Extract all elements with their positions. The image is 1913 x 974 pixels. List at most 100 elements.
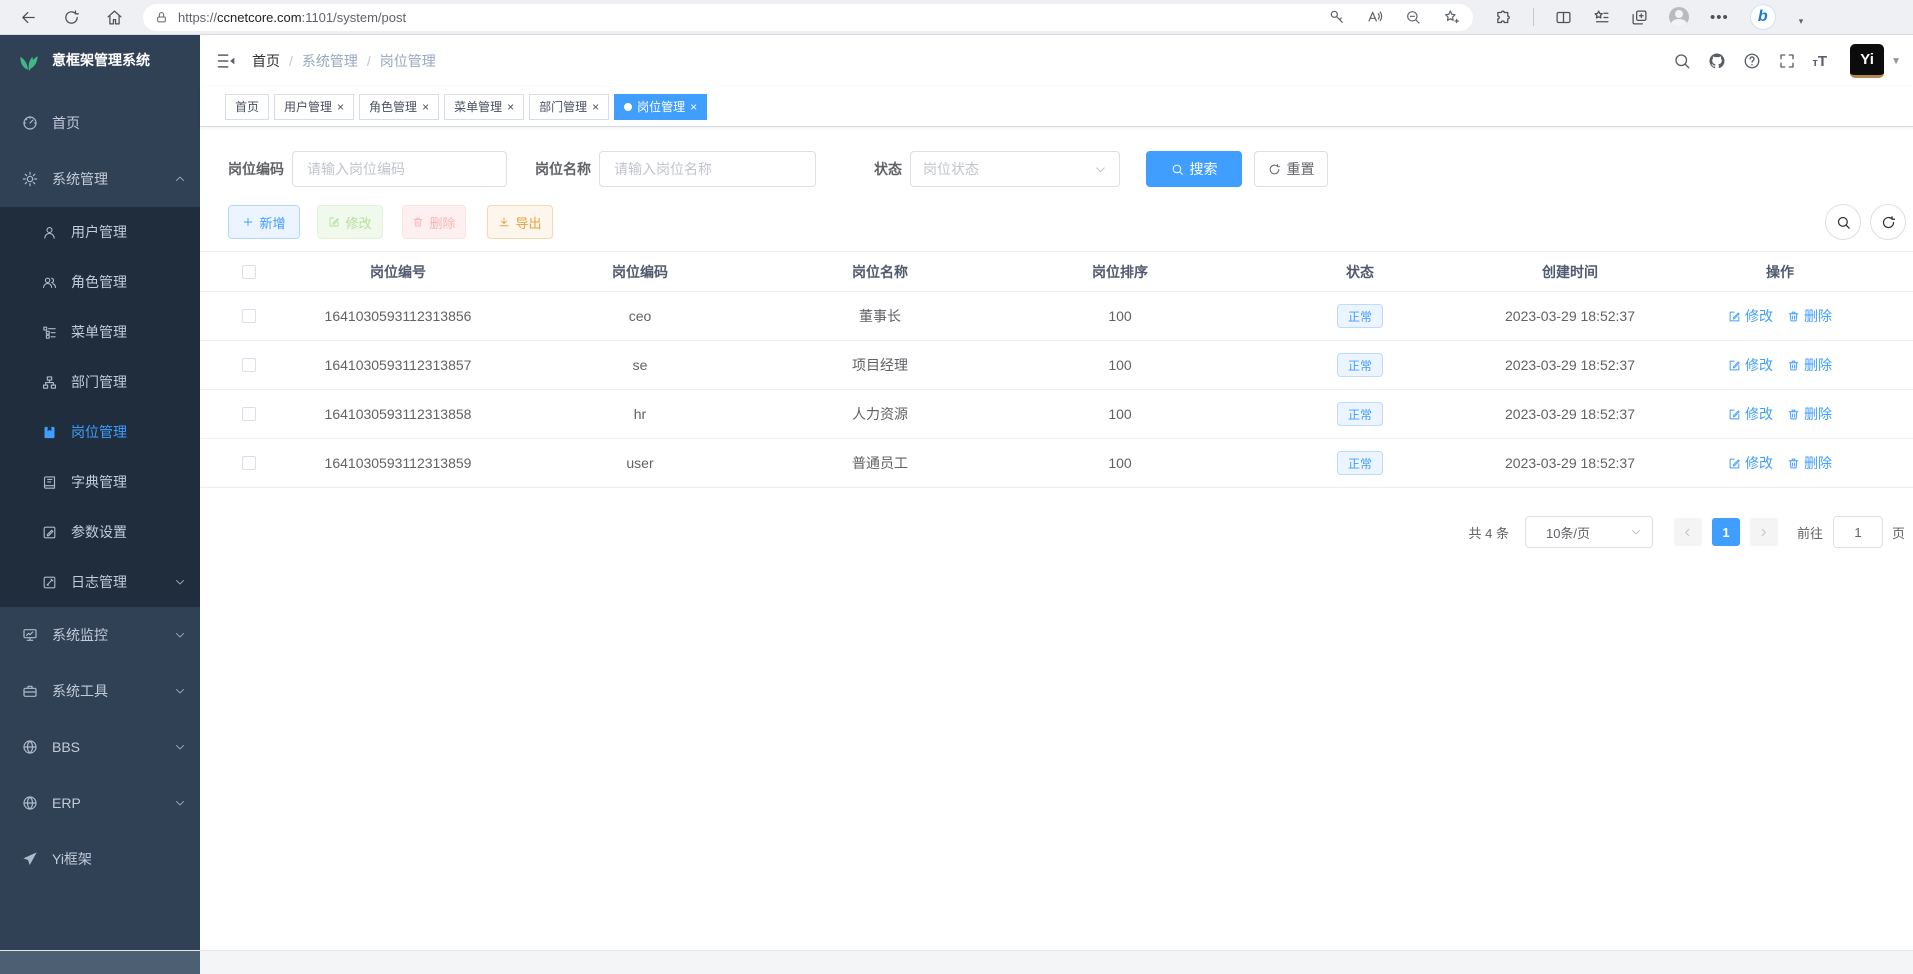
password-key-icon[interactable]: [1329, 9, 1345, 25]
sidebar-item-post-mgmt[interactable]: 岗位管理: [0, 407, 200, 457]
page-number-current[interactable]: 1: [1712, 518, 1740, 546]
sidebar-item-erp[interactable]: ERP: [0, 775, 200, 831]
browser-home-icon[interactable]: [106, 9, 123, 26]
help-icon[interactable]: [1743, 52, 1761, 70]
refresh-table-button[interactable]: [1870, 204, 1906, 240]
row-delete-link[interactable]: 删除: [1787, 355, 1832, 375]
add-favorite-icon[interactable]: [1443, 9, 1459, 25]
tab-role-mgmt[interactable]: 角色管理×: [359, 94, 439, 120]
sidebar-item-system-tools[interactable]: 系统工具: [0, 663, 200, 719]
export-button[interactable]: 导出: [487, 205, 553, 239]
bing-caret-icon[interactable]: ▾: [1799, 16, 1804, 30]
row-checkbox[interactable]: [242, 407, 256, 421]
table-row: 1641030593112313856 ceo 董事长 100 正常 2023-…: [200, 292, 1913, 341]
font-size-icon[interactable]: тT: [1813, 54, 1828, 69]
table-toolbar: 新增 修改 删除 导出: [200, 204, 1913, 240]
col-status: 状态: [1262, 252, 1458, 291]
collections-icon[interactable]: [1631, 9, 1648, 26]
row-delete-link[interactable]: 删除: [1787, 404, 1832, 424]
breadcrumb-system[interactable]: 系统管理: [302, 51, 358, 71]
chevron-down-icon: [174, 629, 186, 641]
col-post-code: 岗位编码: [498, 252, 782, 291]
page-size-select[interactable]: 10条/页: [1525, 516, 1653, 548]
close-icon[interactable]: ×: [337, 101, 344, 113]
sidebar-item-system-monitor[interactable]: 系统监控: [0, 607, 200, 663]
tab-dept-mgmt[interactable]: 部门管理×: [529, 94, 609, 120]
address-bar[interactable]: https://ccnetcore.com:1101/system/post: [143, 4, 1473, 31]
sidebar-item-system-mgmt[interactable]: 系统管理: [0, 151, 200, 207]
select-all-checkbox[interactable]: [242, 265, 256, 279]
sidebar-item-log-mgmt[interactable]: 日志管理: [0, 557, 200, 607]
sidebar: 意框架管理系统 首页 系统管理 用户管理 角色管理: [0, 35, 200, 950]
col-post-id: 岗位编号: [298, 252, 498, 291]
tab-menu-mgmt[interactable]: 菜单管理×: [444, 94, 524, 120]
close-icon[interactable]: ×: [507, 101, 514, 113]
browser-refresh-icon[interactable]: [63, 9, 80, 26]
row-edit-link[interactable]: 修改: [1728, 306, 1773, 326]
dashboard-icon: [22, 115, 38, 131]
sidebar-item-bbs[interactable]: BBS: [0, 719, 200, 775]
tags-view-bar: 首页 用户管理× 角色管理× 菜单管理× 部门管理× 岗位管理×: [200, 87, 1913, 127]
row-edit-link[interactable]: 修改: [1728, 355, 1773, 375]
row-delete-link[interactable]: 删除: [1787, 306, 1832, 326]
row-checkbox[interactable]: [242, 358, 256, 372]
prev-page-button[interactable]: [1674, 518, 1702, 546]
bing-chat-icon[interactable]: b: [1750, 4, 1776, 30]
next-page-button[interactable]: [1750, 518, 1778, 546]
sidebar-item-role-mgmt[interactable]: 角色管理: [0, 257, 200, 307]
edit-icon: [1728, 359, 1741, 372]
lock-icon[interactable]: [155, 11, 168, 24]
github-icon[interactable]: [1708, 52, 1726, 70]
row-checkbox[interactable]: [242, 309, 256, 323]
tab-post-mgmt[interactable]: 岗位管理×: [614, 94, 707, 120]
reset-button[interactable]: 重置: [1254, 151, 1328, 187]
delete-button[interactable]: 删除: [402, 205, 466, 239]
post-code-input[interactable]: [292, 151, 507, 187]
post-code-label: 岗位编码: [228, 159, 284, 179]
sidebar-item-param-settings[interactable]: 参数设置: [0, 507, 200, 557]
row-edit-link[interactable]: 修改: [1728, 453, 1773, 473]
user-avatar[interactable]: Yi: [1850, 44, 1884, 78]
row-delete-link[interactable]: 删除: [1787, 453, 1832, 473]
split-screen-icon[interactable]: [1555, 9, 1572, 26]
close-icon[interactable]: ×: [690, 101, 697, 113]
add-button[interactable]: 新增: [228, 205, 300, 239]
read-aloud-icon[interactable]: [1367, 9, 1383, 25]
plus-icon: [242, 216, 254, 228]
edit-button[interactable]: 修改: [317, 205, 383, 239]
browser-menu-icon[interactable]: •••: [1710, 9, 1729, 26]
scrollbar-thumb[interactable]: [0, 951, 200, 974]
post-name-input[interactable]: [599, 151, 816, 187]
tab-user-mgmt[interactable]: 用户管理×: [274, 94, 354, 120]
header-search-icon[interactable]: [1673, 52, 1691, 70]
sidebar-item-dict-mgmt[interactable]: 字典管理: [0, 457, 200, 507]
zoom-out-icon[interactable]: [1405, 9, 1421, 25]
browser-profile-avatar[interactable]: [1669, 7, 1689, 27]
close-icon[interactable]: ×: [422, 101, 429, 113]
sidebar-item-menu-mgmt[interactable]: 菜单管理: [0, 307, 200, 357]
sidebar-collapse-icon[interactable]: [216, 51, 236, 71]
sidebar-item-yi-framework[interactable]: Yi框架: [0, 831, 200, 887]
tab-home[interactable]: 首页: [225, 94, 269, 120]
toggle-search-button[interactable]: [1825, 204, 1861, 240]
breadcrumb-home[interactable]: 首页: [252, 51, 280, 71]
app-logo[interactable]: 意框架管理系统: [0, 35, 200, 85]
trash-icon: [412, 216, 424, 228]
goto-page-input[interactable]: [1833, 516, 1883, 548]
row-checkbox[interactable]: [242, 456, 256, 470]
favorites-icon[interactable]: [1593, 9, 1610, 26]
user-avatar-dropdown[interactable]: Yi ▼: [1850, 44, 1901, 78]
row-edit-link[interactable]: 修改: [1728, 404, 1773, 424]
sidebar-item-home[interactable]: 首页: [0, 95, 200, 151]
status-select[interactable]: 岗位状态: [910, 151, 1120, 187]
edit-icon: [1728, 457, 1741, 470]
close-icon[interactable]: ×: [592, 101, 599, 113]
sidebar-item-dept-mgmt[interactable]: 部门管理: [0, 357, 200, 407]
browser-back-icon[interactable]: [20, 9, 37, 26]
refresh-icon: [1881, 215, 1896, 230]
fullscreen-icon[interactable]: [1778, 52, 1796, 70]
extensions-icon[interactable]: [1495, 9, 1512, 26]
horizontal-scrollbar[interactable]: [0, 950, 1913, 974]
search-button[interactable]: 搜索: [1146, 151, 1242, 187]
sidebar-item-user-mgmt[interactable]: 用户管理: [0, 207, 200, 257]
